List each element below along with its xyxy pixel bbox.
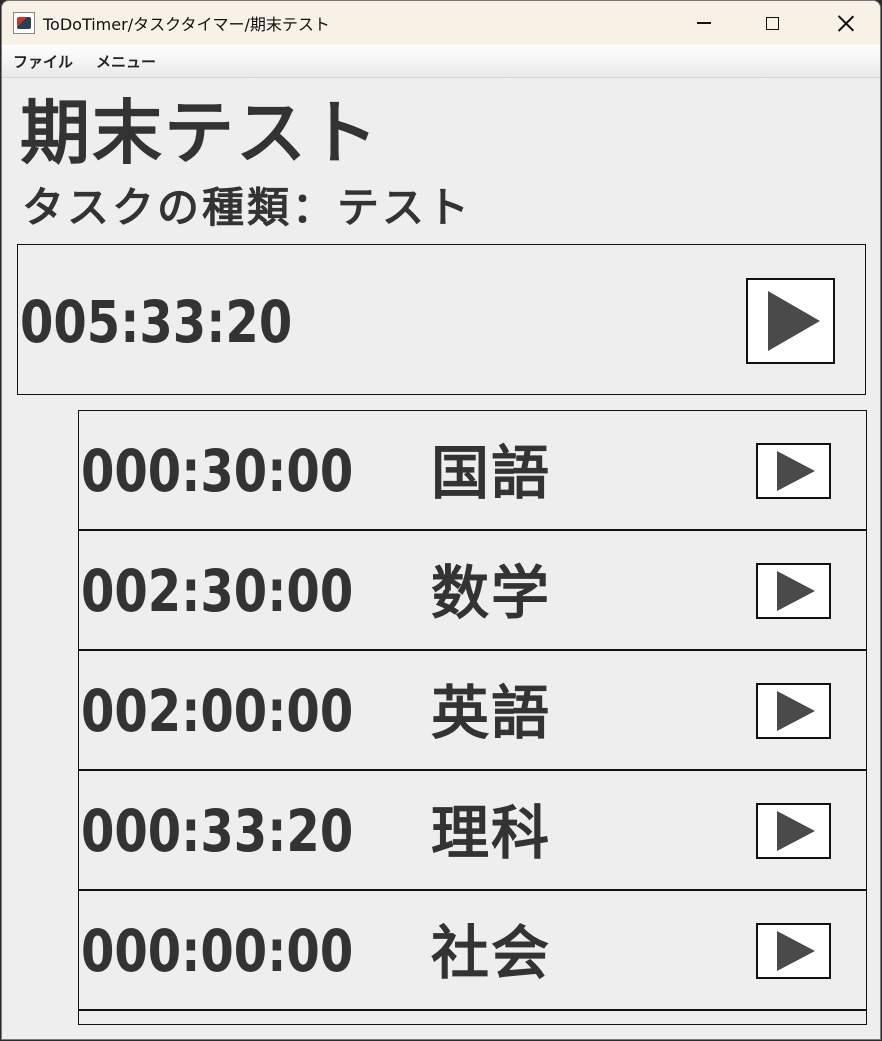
subtask-play-button[interactable] [756, 803, 831, 859]
subtask-play-button[interactable] [756, 923, 831, 979]
subtask-time: 000:00:00 [81, 917, 354, 985]
subtask-name: 英語 [431, 679, 552, 747]
subtask-name: 理科 [431, 799, 552, 867]
play-icon [776, 571, 815, 611]
play-icon [776, 931, 815, 971]
menu-file[interactable]: ファイル [13, 51, 73, 72]
play-icon [776, 811, 815, 851]
play-icon [776, 451, 815, 491]
subtask-time: 002:30:00 [81, 557, 354, 625]
total-play-button[interactable] [746, 278, 835, 364]
total-timer-panel: 005:33:20 [17, 244, 866, 395]
subtask-row: 000:30:00 国語 [79, 411, 866, 531]
play-icon [767, 291, 820, 351]
menu-bar: ファイル メニュー [2, 45, 880, 78]
task-title: 期末テスト [20, 92, 380, 174]
subtask-list: 000:30:00 国語 002:30:00 数学 002:00:00 英語 0… [78, 410, 867, 1025]
total-time-display: 005:33:20 [20, 288, 293, 356]
task-type-label: タスクの種類：テスト [22, 183, 473, 232]
app-window: ToDoTimer/タスクタイマー/期末テスト ファイル メニュー 期末テスト … [1, 0, 881, 1040]
menu-menu[interactable]: メニュー [96, 51, 156, 72]
subtask-name: 数学 [431, 559, 552, 627]
subtask-play-button[interactable] [756, 443, 831, 499]
play-icon [776, 691, 815, 731]
subtask-row: 002:00:00 英語 [79, 651, 866, 771]
close-button[interactable] [812, 1, 880, 45]
minimize-icon [697, 22, 711, 24]
maximize-button[interactable] [738, 1, 806, 45]
subtask-row: 002:30:00 数学 [79, 531, 866, 651]
subtask-name: 社会 [431, 919, 552, 987]
subtask-row: 000:33:20 理科 [79, 771, 866, 891]
subtask-name: 国語 [431, 439, 552, 507]
close-icon [838, 15, 854, 31]
subtask-time: 000:30:00 [81, 437, 354, 505]
minimize-button[interactable] [670, 1, 738, 45]
maximize-icon [765, 16, 779, 30]
title-bar: ToDoTimer/タスクタイマー/期末テスト [2, 1, 880, 45]
subtask-row: 000:00:00 社会 [79, 891, 866, 1011]
app-icon [13, 12, 35, 34]
subtask-play-button[interactable] [756, 683, 831, 739]
subtask-play-button[interactable] [756, 563, 831, 619]
window-title: ToDoTimer/タスクタイマー/期末テスト [43, 15, 330, 34]
subtask-time: 000:33:20 [81, 797, 354, 865]
subtask-time: 002:00:00 [81, 677, 354, 745]
